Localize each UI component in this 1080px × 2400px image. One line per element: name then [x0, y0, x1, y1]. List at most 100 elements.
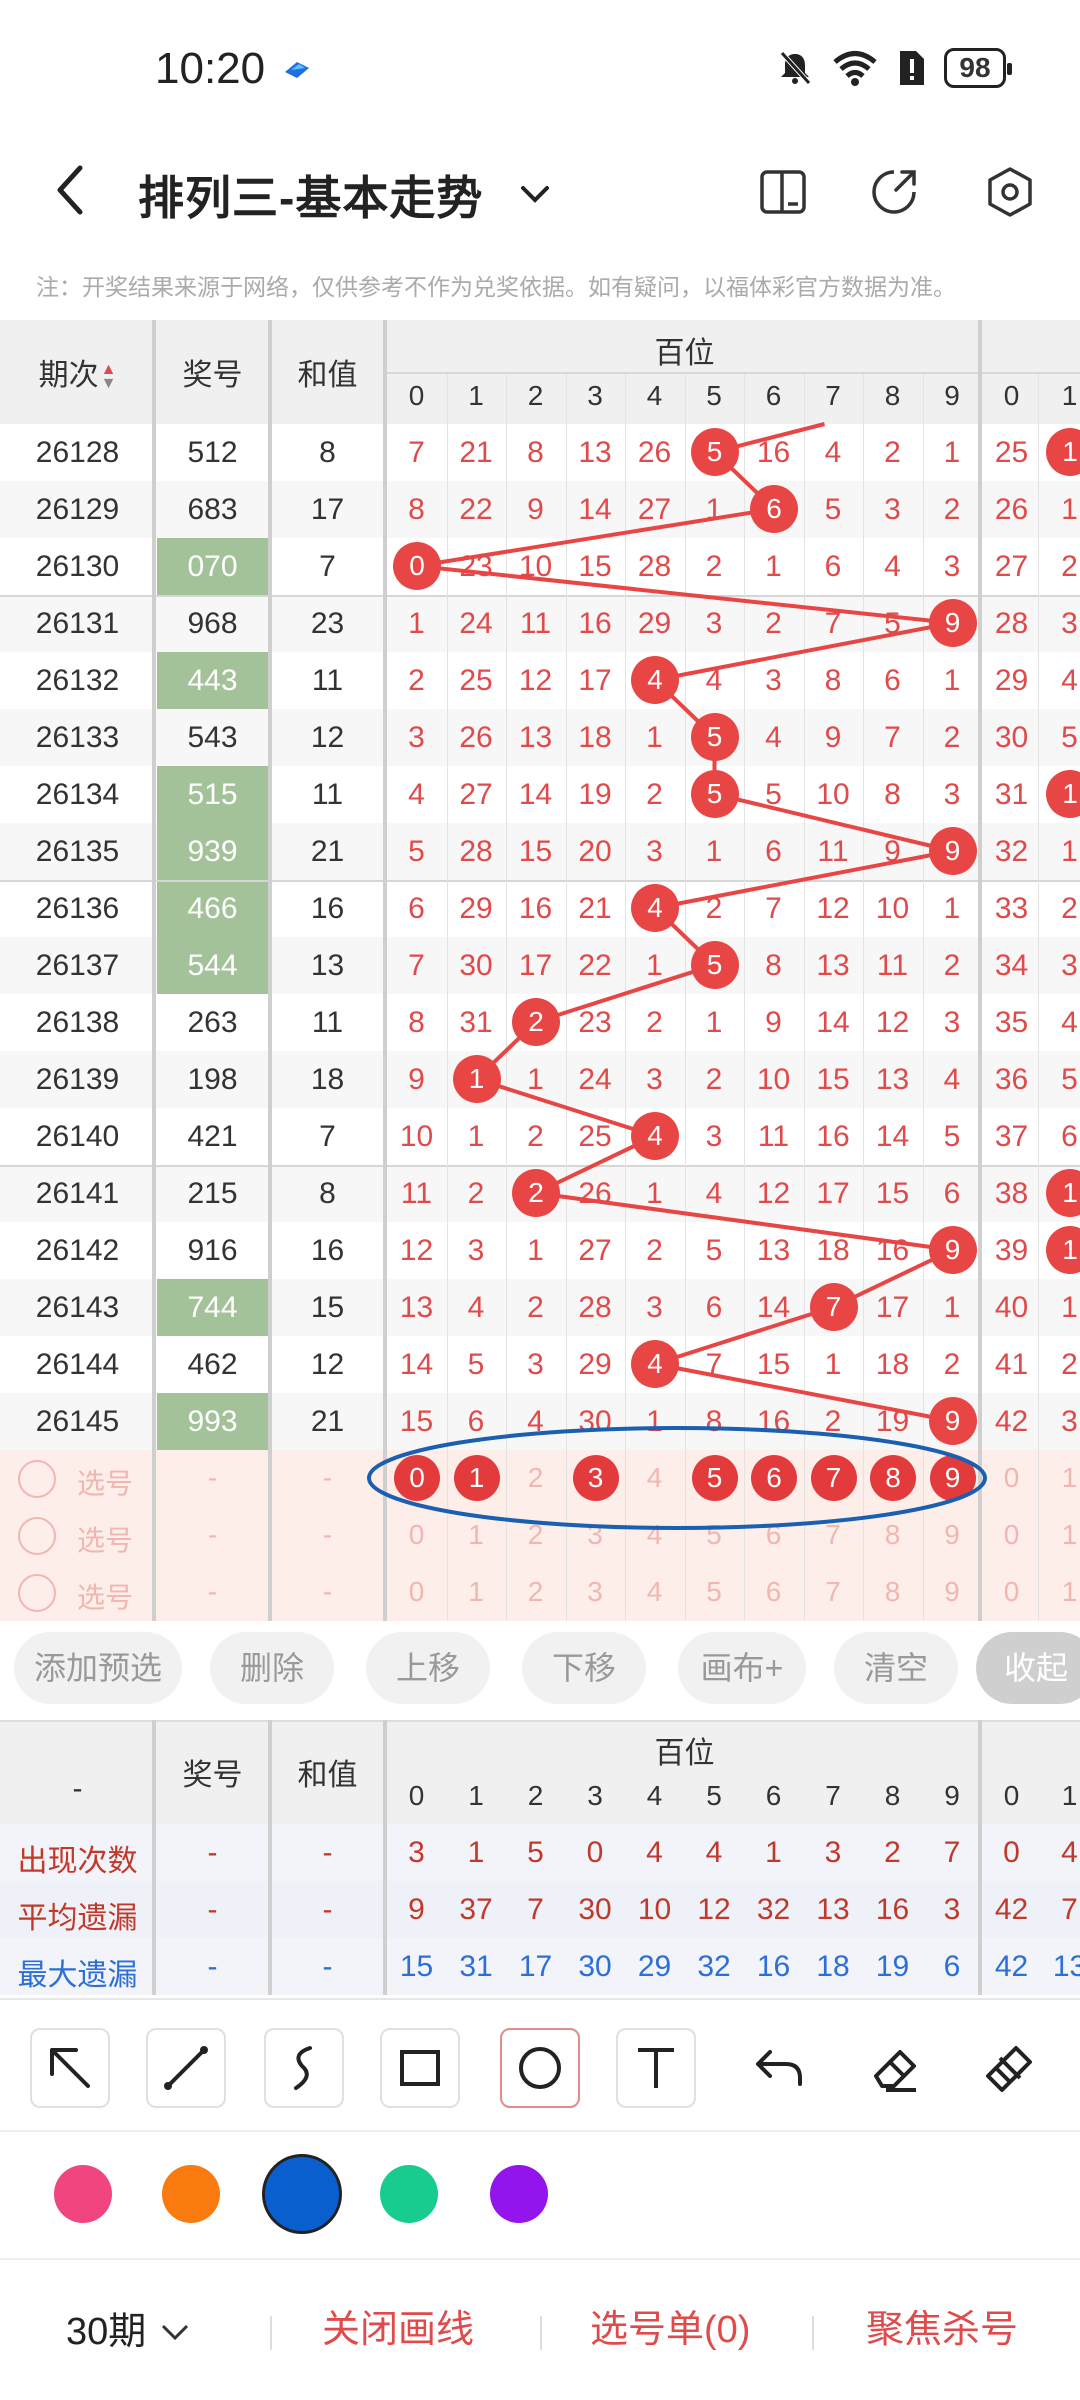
stats-value: 7 — [1061, 1893, 1078, 1926]
miss-count-cell: 9 — [527, 493, 544, 526]
miss-count-cell: 8 — [408, 493, 425, 526]
select-digit-ball[interactable]: 8 — [870, 1455, 916, 1501]
select-digit[interactable]: 4 — [625, 1576, 684, 1608]
select-label[interactable]: 选号 — [70, 1576, 140, 1616]
select-digit[interactable]: 3 — [566, 1519, 625, 1551]
select-digit[interactable]: 6 — [744, 1576, 803, 1608]
disclaimer-note: 注：开奖结果来源于网络，仅供参考不作为兑奖依据。如有疑问，以福体彩官方数据为准。 — [36, 274, 956, 300]
color-swatch[interactable] — [54, 2165, 112, 2223]
select-digit[interactable]: 0 — [982, 1462, 1041, 1494]
stats-value: 3 — [943, 1893, 961, 1926]
miss-count-cell: 15 — [518, 835, 553, 868]
select-digit-ball[interactable]: 0 — [394, 1455, 440, 1501]
select-digit[interactable]: 7 — [804, 1519, 863, 1551]
rectangle-tool[interactable] — [380, 2028, 460, 2108]
arrow-tool[interactable] — [30, 2028, 110, 2108]
select-digit-ball[interactable]: 9 — [929, 1455, 976, 1501]
miss-count-cell: 1 — [527, 1234, 544, 1267]
miss-count-cell: 15 — [875, 1177, 910, 1210]
miss-count-cell: 8 — [824, 664, 842, 697]
award-cell: 215 — [187, 1177, 238, 1210]
select-digit[interactable]: 0 — [982, 1519, 1041, 1551]
select-digit[interactable]: 4 — [625, 1519, 684, 1551]
select-label[interactable]: 选号 — [70, 1519, 140, 1559]
select-digit-ball[interactable]: 3 — [572, 1455, 619, 1501]
eraser-button[interactable] — [856, 2028, 936, 2108]
select-digit[interactable]: 6 — [744, 1519, 803, 1551]
stats-value: 17 — [518, 1950, 553, 1983]
select-digit[interactable]: 8 — [863, 1519, 922, 1551]
color-swatch[interactable] — [162, 2165, 220, 2223]
sort-arrows-icon[interactable]: ▲ ▼ — [101, 362, 117, 392]
circle-tool[interactable] — [500, 2028, 580, 2108]
select-digit[interactable]: 5 — [685, 1576, 744, 1608]
select-digit-ball[interactable]: 5 — [691, 1455, 738, 1501]
color-swatch[interactable] — [262, 2154, 342, 2234]
undo-button[interactable] — [740, 2028, 820, 2108]
action-button[interactable]: 删除 — [210, 1632, 334, 1704]
miss-count-cell: 2 — [705, 550, 723, 583]
period-selector[interactable]: 30期 — [66, 2300, 193, 2355]
radio-circle-icon[interactable] — [18, 1460, 56, 1498]
color-swatch[interactable] — [490, 2165, 548, 2223]
select-digit[interactable]: 3 — [566, 1576, 625, 1608]
action-button[interactable]: 下移 — [522, 1632, 646, 1704]
select-digit[interactable]: 8 — [863, 1576, 922, 1608]
miss-count-cell: 1 — [1061, 835, 1078, 868]
select-digit[interactable]: 1 — [1040, 1462, 1080, 1494]
action-button[interactable]: 清空 — [834, 1632, 958, 1704]
share-icon[interactable] — [866, 164, 922, 220]
radio-circle-icon[interactable] — [18, 1517, 56, 1555]
select-digit[interactable]: 1 — [1040, 1576, 1080, 1608]
col-period-header[interactable]: 期次 ▲ ▼ — [0, 350, 155, 394]
action-button[interactable]: 收起 — [976, 1632, 1080, 1704]
action-button[interactable]: 添加预选 — [14, 1632, 182, 1704]
select-digit[interactable]: 0 — [982, 1576, 1041, 1608]
select-digit[interactable]: 0 — [387, 1576, 446, 1608]
select-digit[interactable]: 5 — [685, 1519, 744, 1551]
select-digit[interactable]: 4 — [625, 1462, 684, 1494]
select-digit[interactable]: 2 — [506, 1576, 565, 1608]
status-bar: 10:20 98 — [0, 0, 1080, 140]
column-divider — [268, 320, 272, 1621]
miss-count-cell: 11 — [519, 607, 552, 640]
select-award-dash: - — [207, 1576, 218, 1607]
clear-brush-button[interactable] — [970, 2028, 1050, 2108]
miss-count-cell: 14 — [875, 1120, 910, 1153]
radio-circle-icon[interactable] — [18, 1574, 56, 1612]
curve-tool[interactable] — [264, 2028, 344, 2108]
select-digit[interactable]: 1 — [447, 1576, 506, 1608]
select-digit[interactable]: 1 — [1040, 1519, 1080, 1551]
select-digit-ball[interactable]: 6 — [751, 1455, 797, 1501]
back-arrow-icon[interactable] — [46, 160, 96, 220]
select-digit[interactable]: 1 — [447, 1519, 506, 1551]
select-digit-ball[interactable]: 1 — [453, 1455, 500, 1501]
action-button[interactable]: 上移 — [366, 1632, 490, 1704]
stats-row-label: 出现次数 — [17, 1845, 138, 1878]
color-swatch[interactable] — [380, 2165, 438, 2223]
select-digit[interactable]: 2 — [506, 1519, 565, 1551]
select-digit[interactable]: 9 — [923, 1576, 982, 1608]
layout-icon[interactable] — [756, 164, 812, 220]
miss-count-cell: 28 — [994, 607, 1029, 640]
chevron-down-icon[interactable] — [515, 174, 555, 214]
focus-kill-button[interactable]: 聚焦杀号 — [866, 2298, 1018, 2353]
select-digit-ball[interactable]: 7 — [810, 1455, 857, 1501]
selection-list-button[interactable]: 选号单(0) — [590, 2298, 750, 2353]
settings-icon[interactable] — [982, 164, 1038, 220]
action-button[interactable]: 画布+ — [678, 1632, 806, 1704]
close-drawing-button[interactable]: 关闭画线 — [322, 2298, 474, 2353]
select-digit[interactable]: 2 — [506, 1462, 565, 1494]
text-tool[interactable] — [616, 2028, 696, 2108]
select-digit[interactable]: 0 — [387, 1519, 446, 1551]
miss-count-cell: 2 — [943, 721, 961, 754]
miss-count-cell: 15 — [816, 1063, 850, 1096]
select-label[interactable]: 选号 — [70, 1462, 140, 1502]
select-digit[interactable]: 9 — [923, 1519, 982, 1551]
select-digit[interactable]: 7 — [804, 1576, 863, 1608]
miss-count-cell: 2 — [408, 664, 425, 697]
digit-divider — [803, 374, 805, 1621]
period-cell: 26130 — [35, 550, 120, 583]
page-title[interactable]: 排列三-基本走势 — [138, 162, 483, 228]
line-tool[interactable] — [146, 2028, 226, 2108]
